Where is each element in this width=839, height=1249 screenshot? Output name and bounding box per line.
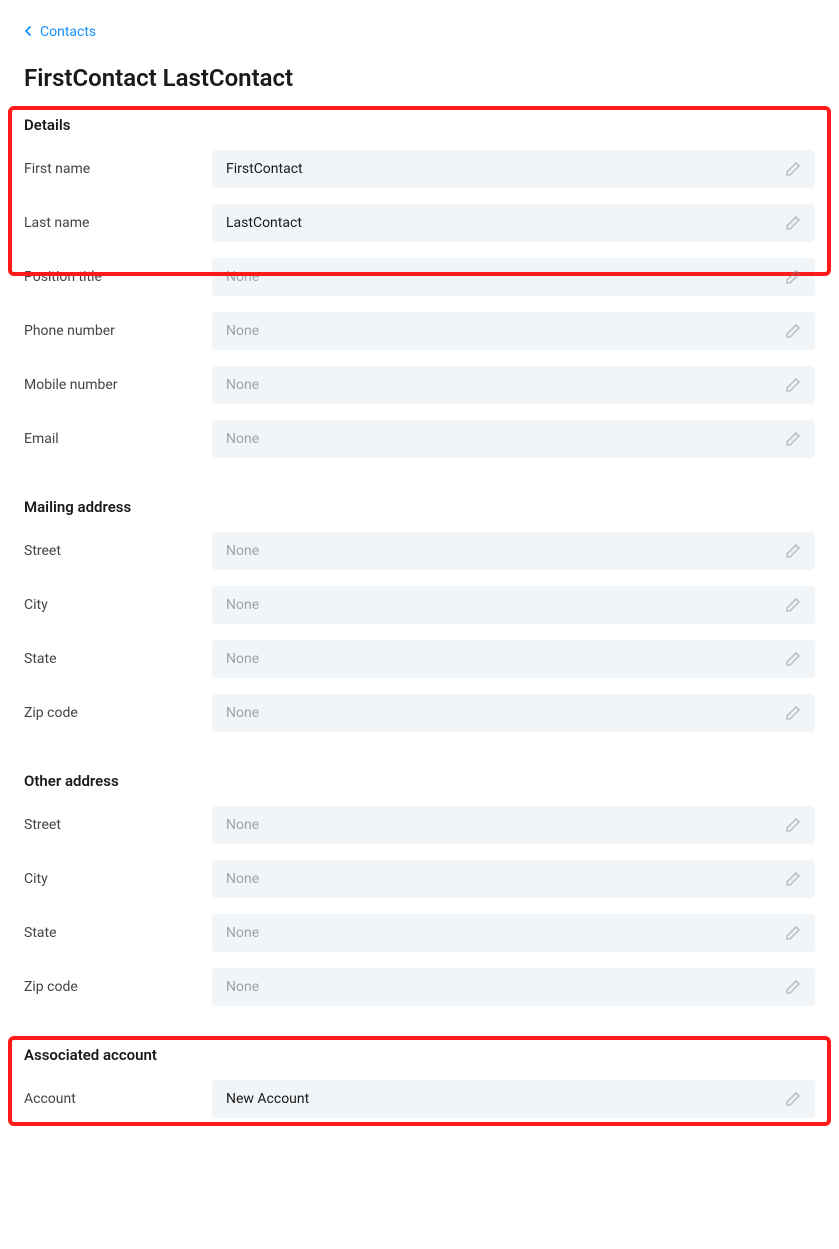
field-label: First name — [24, 161, 212, 177]
pencil-icon — [785, 925, 801, 941]
pencil-icon — [785, 215, 801, 231]
field-label: Zip code — [24, 979, 212, 995]
field-label: Mobile number — [24, 377, 212, 393]
mobile-number-field[interactable]: None — [212, 366, 815, 404]
field-label: Street — [24, 817, 212, 833]
pencil-icon — [785, 377, 801, 393]
pencil-icon — [785, 161, 801, 177]
section-other-address: Other address Street None City None Stat… — [24, 772, 815, 1006]
email-field[interactable]: None — [212, 420, 815, 458]
field-row-other-street: Street None — [24, 806, 815, 844]
mailing-street-field[interactable]: None — [212, 532, 815, 570]
mailing-city-field[interactable]: None — [212, 586, 815, 624]
field-value: New Account — [226, 1091, 309, 1107]
section-details: Details First name FirstContact Last nam… — [24, 116, 815, 458]
field-placeholder: None — [226, 269, 259, 285]
field-label: City — [24, 871, 212, 887]
pencil-icon — [785, 269, 801, 285]
field-row-other-state: State None — [24, 914, 815, 952]
field-placeholder: None — [226, 925, 259, 941]
field-placeholder: None — [226, 543, 259, 559]
field-placeholder: None — [226, 979, 259, 995]
section-title-account: Associated account — [24, 1046, 815, 1064]
field-label: State — [24, 651, 212, 667]
field-label: Street — [24, 543, 212, 559]
field-row-mail-city: City None — [24, 586, 815, 624]
position-title-field[interactable]: None — [212, 258, 815, 296]
mailing-zip-field[interactable]: None — [212, 694, 815, 732]
phone-number-field[interactable]: None — [212, 312, 815, 350]
field-row-mail-zip: Zip code None — [24, 694, 815, 732]
section-title-mailing: Mailing address — [24, 498, 815, 516]
pencil-icon — [785, 543, 801, 559]
field-placeholder: None — [226, 597, 259, 613]
breadcrumb-label: Contacts — [40, 24, 96, 40]
field-label: Position title — [24, 269, 212, 285]
pencil-icon — [785, 817, 801, 833]
mailing-state-field[interactable]: None — [212, 640, 815, 678]
field-label: Last name — [24, 215, 212, 231]
field-label: Account — [24, 1091, 212, 1107]
field-placeholder: None — [226, 651, 259, 667]
other-city-field[interactable]: None — [212, 860, 815, 898]
field-placeholder: None — [226, 377, 259, 393]
chevron-left-icon — [24, 26, 32, 38]
other-state-field[interactable]: None — [212, 914, 815, 952]
field-placeholder: None — [226, 431, 259, 447]
field-placeholder: None — [226, 705, 259, 721]
field-row-mail-state: State None — [24, 640, 815, 678]
field-label: Phone number — [24, 323, 212, 339]
field-placeholder: None — [226, 817, 259, 833]
pencil-icon — [785, 979, 801, 995]
first-name-field[interactable]: FirstContact — [212, 150, 815, 188]
field-row-other-city: City None — [24, 860, 815, 898]
pencil-icon — [785, 597, 801, 613]
field-row-email: Email None — [24, 420, 815, 458]
field-row-mail-street: Street None — [24, 532, 815, 570]
pencil-icon — [785, 323, 801, 339]
field-row-account: Account New Account — [24, 1080, 815, 1118]
other-street-field[interactable]: None — [212, 806, 815, 844]
section-title-other: Other address — [24, 772, 815, 790]
other-zip-field[interactable]: None — [212, 968, 815, 1006]
account-field[interactable]: New Account — [212, 1080, 815, 1118]
field-row-position: Position title None — [24, 258, 815, 296]
field-label: Zip code — [24, 705, 212, 721]
field-row-phone: Phone number None — [24, 312, 815, 350]
field-value: FirstContact — [226, 161, 303, 177]
section-associated-account: Associated account Account New Account — [24, 1046, 815, 1118]
pencil-icon — [785, 651, 801, 667]
field-label: State — [24, 925, 212, 941]
field-row-mobile: Mobile number None — [24, 366, 815, 404]
field-label: City — [24, 597, 212, 613]
pencil-icon — [785, 1091, 801, 1107]
field-label: Email — [24, 431, 212, 447]
field-row-first-name: First name FirstContact — [24, 150, 815, 188]
field-value: LastContact — [226, 215, 302, 231]
field-row-last-name: Last name LastContact — [24, 204, 815, 242]
pencil-icon — [785, 705, 801, 721]
page-title: FirstContact LastContact — [24, 64, 815, 92]
section-mailing-address: Mailing address Street None City None St… — [24, 498, 815, 732]
pencil-icon — [785, 431, 801, 447]
section-title-details: Details — [24, 116, 815, 134]
field-placeholder: None — [226, 323, 259, 339]
breadcrumb-back[interactable]: Contacts — [24, 24, 815, 40]
pencil-icon — [785, 871, 801, 887]
last-name-field[interactable]: LastContact — [212, 204, 815, 242]
field-placeholder: None — [226, 871, 259, 887]
field-row-other-zip: Zip code None — [24, 968, 815, 1006]
